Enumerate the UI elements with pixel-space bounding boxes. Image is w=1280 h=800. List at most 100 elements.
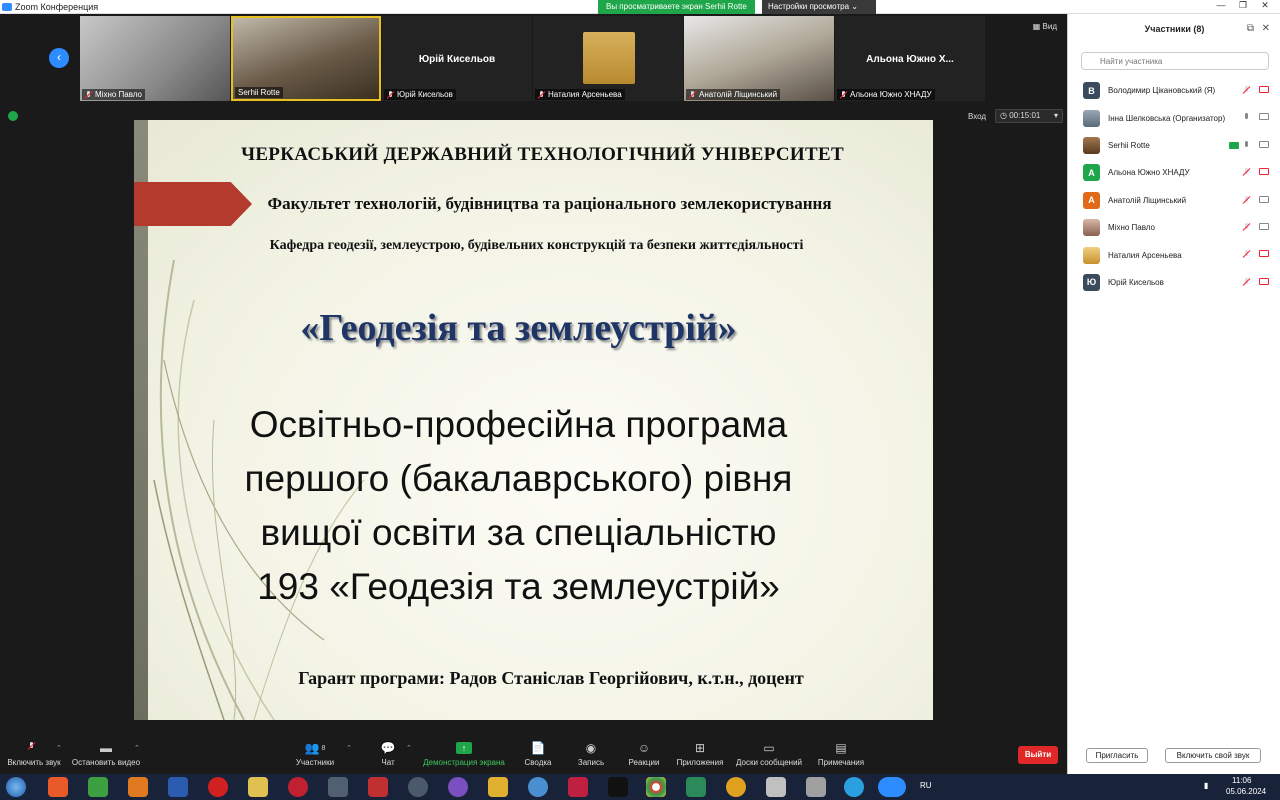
video-thumbnail-active-speaker[interactable]: Serhii Rotte: [231, 16, 381, 101]
video-thumbnail[interactable]: Альона Южно Х... Альона Южно ХНАДУ: [835, 16, 985, 101]
app-media-icon[interactable]: [128, 777, 148, 797]
participant-row[interactable]: А Анатолій Ліщинський: [1068, 187, 1280, 214]
app-chrome-icon[interactable]: [646, 777, 666, 797]
view-button[interactable]: ▦ Вид: [1033, 22, 1057, 31]
whiteboards-label: Доски сообщений: [735, 758, 802, 767]
chevron-up-icon[interactable]: ⌃: [406, 744, 412, 752]
invite-button[interactable]: Пригласить: [1086, 748, 1148, 763]
chevron-up-icon[interactable]: ⌃: [56, 744, 62, 752]
summary-label: Сводка: [524, 758, 552, 767]
security-shield-icon[interactable]: [8, 111, 18, 121]
app-tiktok-icon[interactable]: [608, 777, 628, 797]
app-word-icon[interactable]: [168, 777, 188, 797]
unmute-self-button[interactable]: Включить свой звук: [1165, 748, 1261, 763]
app-zoom-icon[interactable]: [878, 777, 906, 797]
app-ccleaner-icon[interactable]: [48, 777, 68, 797]
clock-time[interactable]: 11:06: [1232, 776, 1251, 785]
start-icon[interactable]: [6, 777, 26, 797]
mic-muted-icon: [1243, 222, 1250, 231]
whiteboards-button[interactable]: ▭ Доски сообщений: [734, 740, 804, 767]
clock-icon: ◷: [1000, 111, 1007, 120]
clock-date[interactable]: 05.06.2024: [1226, 787, 1266, 796]
participant-row[interactable]: В Володимир Цікановський (Я): [1068, 77, 1280, 104]
timer-value: 00:15:01: [1009, 111, 1041, 120]
app-explorer-icon[interactable]: [248, 777, 268, 797]
share-screen-button[interactable]: ↑ Демонстрация экрана: [420, 740, 508, 767]
app-sun-icon[interactable]: [726, 777, 746, 797]
leave-button[interactable]: Выйти: [1018, 746, 1058, 764]
record-button[interactable]: ◉ Запись: [572, 740, 610, 767]
video-thumbnail[interactable]: Анатолій Ліщинський: [684, 16, 834, 101]
participant-row[interactable]: Наталия Арсеньева: [1068, 241, 1280, 268]
participant-row[interactable]: Міхно Павло: [1068, 214, 1280, 241]
video-thumbnail[interactable]: Міхно Павло: [80, 16, 230, 101]
view-options-button[interactable]: Настройки просмотра ⌄: [762, 0, 876, 14]
app-capture-icon[interactable]: [328, 777, 348, 797]
reactions-button[interactable]: ☺ Реакции: [624, 740, 664, 767]
video-off-icon: [1259, 168, 1269, 176]
popout-icon[interactable]: ⧉: [1247, 23, 1254, 34]
whiteboard-icon: ▭: [763, 741, 775, 755]
app-opera-icon[interactable]: [208, 777, 228, 797]
participant-row[interactable]: Serhii Rotte: [1068, 132, 1280, 159]
app-telegram-icon[interactable]: [844, 777, 864, 797]
app-browser-icon[interactable]: [288, 777, 308, 797]
reactions-icon: ☺: [637, 741, 651, 755]
video-thumbnail-strip: ‹ Міхно Павло Serhii Rotte Юрій Кисельов…: [0, 14, 1067, 104]
chevron-up-icon[interactable]: ⌃: [346, 744, 352, 752]
thumbnail-name-tag: Альона Южно ХНАДУ: [837, 89, 935, 100]
participant-name: Анатолій Ліщинський: [1108, 195, 1187, 205]
video-thumbnail[interactable]: Юрій Кисельов Юрій Кисельов: [382, 16, 532, 101]
avatar: А: [1083, 191, 1100, 209]
avatar: [1083, 136, 1100, 154]
window-controls: — ❐ ✕: [1210, 0, 1276, 12]
close-icon[interactable]: ✕: [1254, 0, 1276, 12]
chevron-up-icon[interactable]: ⌃: [134, 744, 140, 752]
video-off-icon: [1259, 250, 1269, 258]
participant-row[interactable]: Інна Шелковська (Организатор): [1068, 104, 1280, 131]
thumbnail-name-tag: Анатолій Ліщинський: [686, 89, 781, 100]
notes-button[interactable]: ▤ Примечания: [814, 740, 868, 767]
thumbnail-name: Альона Южно ХНАДУ: [850, 90, 932, 99]
app-scanner-icon[interactable]: [806, 777, 826, 797]
summary-button[interactable]: 📄 Сводка: [518, 740, 558, 767]
video-thumbnail[interactable]: Наталия Арсеньева: [533, 16, 683, 101]
close-icon[interactable]: ✕: [1262, 23, 1270, 34]
meeting-timer[interactable]: ◷ 00:15:01 ▾: [995, 109, 1063, 123]
minimize-icon[interactable]: —: [1210, 0, 1232, 12]
avatar: А: [1083, 164, 1100, 182]
slide-program-line: 193 «Геодезія та землеустрій»: [257, 566, 780, 607]
avatar: [1083, 219, 1100, 237]
participant-row[interactable]: А Альона Южно ХНАДУ: [1068, 159, 1280, 186]
zoom-app-icon: [2, 2, 12, 11]
app-photo-icon[interactable]: [568, 777, 588, 797]
participant-name: Serhii Rotte: [1108, 140, 1150, 150]
chat-button[interactable]: 💬 Чат: [372, 740, 404, 767]
participant-search-input[interactable]: [1081, 52, 1269, 70]
avatar: [583, 32, 635, 84]
app-sync-icon[interactable]: [528, 777, 548, 797]
apps-button[interactable]: ⊞ Приложения: [674, 740, 726, 767]
participant-name: Наталия Арсеньева: [1108, 250, 1182, 260]
app-sheets-icon[interactable]: [88, 777, 108, 797]
app-doc-icon[interactable]: [766, 777, 786, 797]
chevron-left-icon[interactable]: ‹: [49, 48, 69, 68]
maximize-icon[interactable]: ❐: [1232, 0, 1254, 12]
participant-name: Володимир Цікановський (Я): [1108, 86, 1216, 96]
screen-share-icon: [1229, 141, 1239, 149]
app-folder-icon[interactable]: [488, 777, 508, 797]
app-pdf-icon[interactable]: [368, 777, 388, 797]
apps-label: Приложения: [676, 758, 724, 767]
reactions-label: Реакции: [628, 758, 660, 767]
app-tool-icon[interactable]: [408, 777, 428, 797]
network-icon[interactable]: ▮: [1204, 781, 1208, 790]
thumbnail-name-tag: Serhii Rotte: [235, 87, 283, 98]
app-excel-icon[interactable]: [686, 777, 706, 797]
unmute-button[interactable]: Включить звук: [4, 740, 64, 767]
stop-video-button[interactable]: ▬ Остановить видео: [70, 740, 142, 767]
participant-row[interactable]: Ю Юрій Кисельов: [1068, 269, 1280, 296]
avatar: [1083, 109, 1100, 127]
participants-button[interactable]: 👥 8 Участники: [290, 740, 340, 767]
language-indicator[interactable]: RU: [920, 781, 932, 790]
app-viber-icon[interactable]: [448, 777, 468, 797]
